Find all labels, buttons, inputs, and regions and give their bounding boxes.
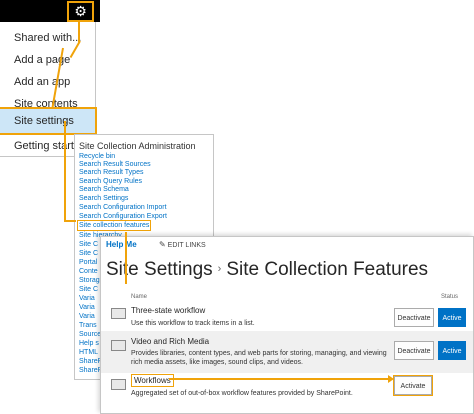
- admin-link[interactable]: Site C: [79, 249, 98, 258]
- breadcrumb-current: Site Collection Features: [226, 259, 429, 280]
- status-active-badge: Active: [438, 308, 466, 327]
- feature-description: Aggregated set of out-of-box workflow fe…: [131, 390, 353, 397]
- deactivate-button[interactable]: Deactivate: [394, 308, 434, 327]
- admin-link-search-schema[interactable]: Search Schema: [79, 185, 129, 194]
- admin-link-search-config-import[interactable]: Search Configuration Import: [79, 203, 167, 212]
- admin-link[interactable]: HTML: [79, 348, 98, 357]
- admin-link[interactable]: ShareP: [79, 357, 102, 366]
- status-active-badge: Active: [438, 341, 466, 360]
- edit-links-label: EDIT LINKS: [167, 242, 206, 249]
- pencil-icon: ✎: [159, 240, 166, 249]
- settings-gear-button[interactable]: ⚙: [67, 1, 94, 22]
- admin-link-search-result-types[interactable]: Search Result Types: [79, 168, 143, 177]
- admin-link[interactable]: Source: [79, 330, 101, 339]
- admin-link-search-settings[interactable]: Search Settings: [79, 194, 128, 203]
- feature-description: Provides libraries, content types, and w…: [131, 350, 387, 366]
- page-title: Site Settings › Site Collection Features: [106, 259, 428, 281]
- annotation-connector: [78, 22, 80, 42]
- breadcrumb-site-settings[interactable]: Site Settings: [106, 259, 213, 280]
- annotation-arrow-icon: [388, 375, 394, 383]
- menu-item-site-settings[interactable]: Site settings: [0, 107, 97, 135]
- admin-link[interactable]: Varia: [79, 303, 95, 312]
- admin-link[interactable]: Trans: [79, 321, 97, 330]
- admin-link-site-collection-features[interactable]: Site collection features: [76, 220, 152, 231]
- admin-link[interactable]: Portal: [79, 258, 97, 267]
- breadcrumb-separator: ›: [217, 263, 222, 275]
- annotation-connector: [125, 232, 127, 284]
- admin-link[interactable]: Varia: [79, 312, 95, 321]
- admin-link-search-config-export[interactable]: Search Configuration Export: [79, 212, 167, 221]
- admin-link[interactable]: Varia: [79, 294, 95, 303]
- site-collection-features-window: Help Me ✎ EDIT LINKS Site Settings › Site …: [100, 236, 474, 414]
- admin-link[interactable]: Storag: [79, 276, 100, 285]
- activate-button[interactable]: Activate: [393, 375, 433, 396]
- deactivate-button[interactable]: Deactivate: [394, 341, 434, 360]
- annotation-connector: [64, 220, 76, 222]
- feature-title-workflows: Workflows: [131, 374, 174, 387]
- admin-section-title: Site Collection Administration: [79, 141, 196, 151]
- admin-link[interactable]: Site C: [79, 240, 98, 249]
- annotation-connector: [64, 121, 66, 221]
- admin-link[interactable]: Conte: [79, 267, 98, 276]
- edit-links-button[interactable]: ✎ EDIT LINKS: [159, 240, 206, 249]
- column-header-status: Status: [441, 294, 459, 300]
- feature-icon: [111, 340, 126, 351]
- annotation-connector: [169, 378, 390, 380]
- admin-link[interactable]: Help s: [79, 339, 99, 348]
- admin-link[interactable]: Site C: [79, 285, 98, 294]
- menu-item-add-an-app[interactable]: Add an app: [14, 76, 70, 88]
- feature-title: Video and Rich Media: [131, 337, 210, 346]
- workflow-feature-icon: [111, 379, 126, 390]
- feature-icon: [111, 308, 126, 319]
- gear-icon: ⚙: [74, 3, 87, 19]
- help-me-link[interactable]: Help Me: [106, 240, 137, 249]
- column-header-name: Name: [131, 294, 148, 300]
- feature-title: Three-state workflow: [131, 306, 206, 315]
- menu-item-shared-with[interactable]: Shared with...: [14, 32, 81, 44]
- feature-description: Use this workflow to track items in a li…: [131, 320, 255, 327]
- ribbon-bar: [101, 237, 473, 252]
